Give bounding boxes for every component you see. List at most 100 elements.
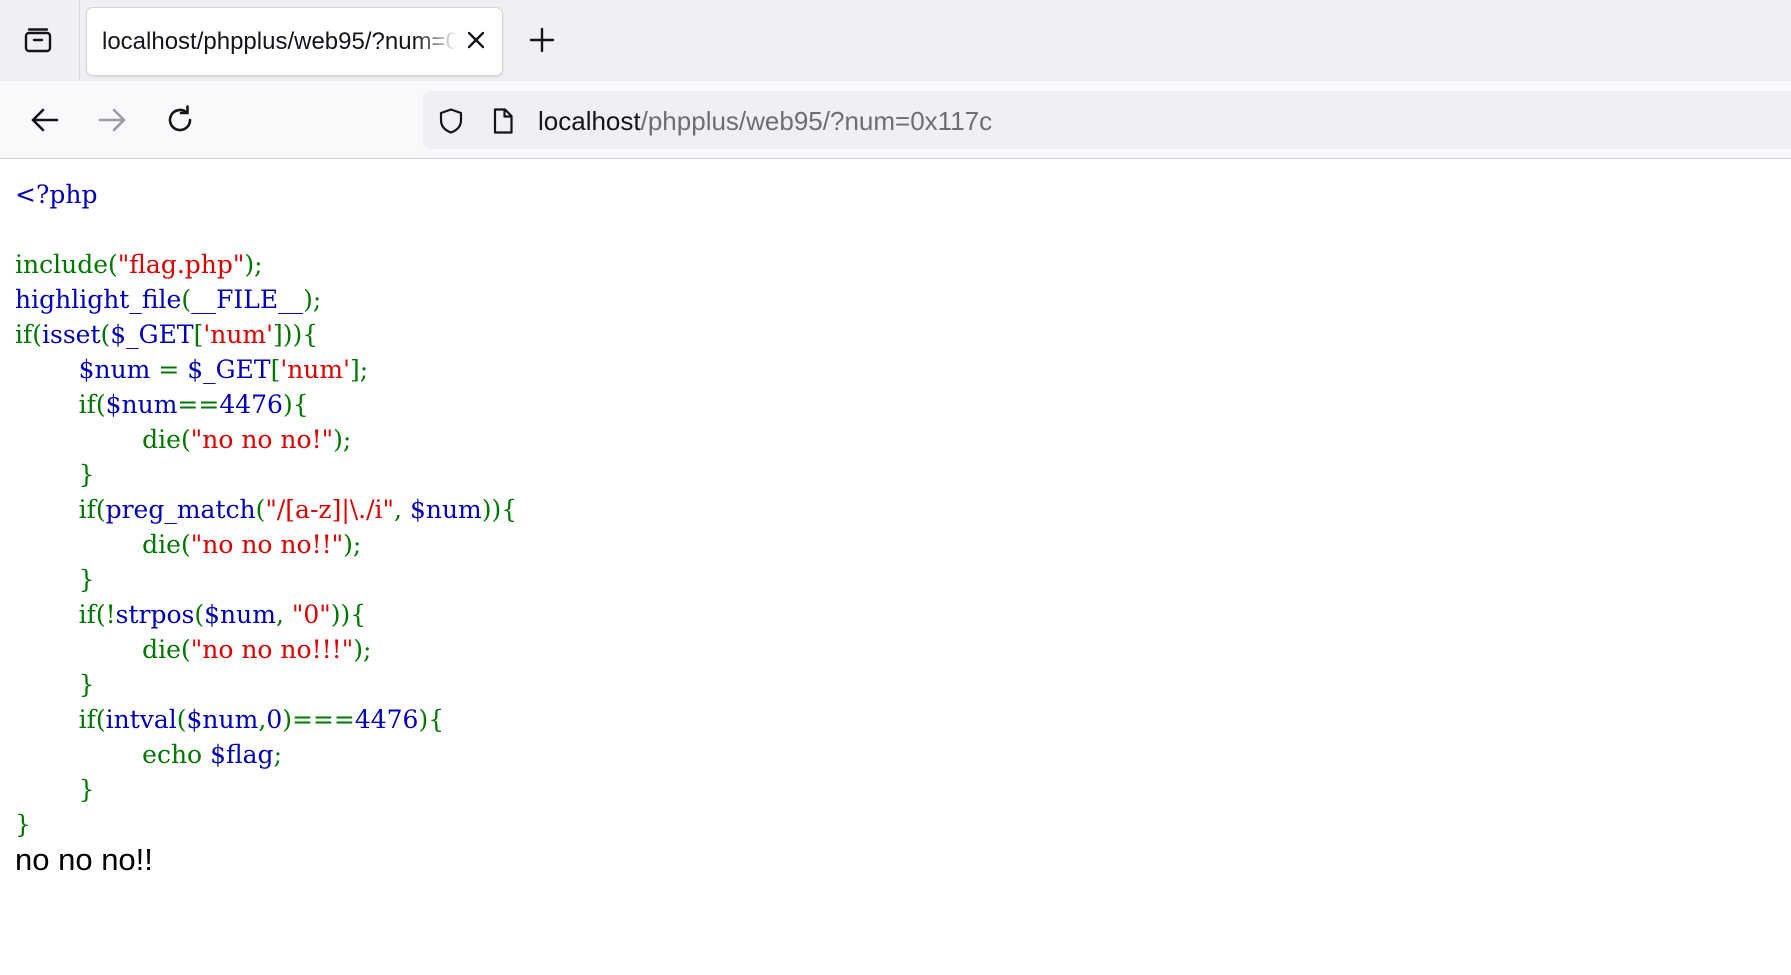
code-token: "/[a-z]|\./i" xyxy=(265,495,395,524)
code-line: if($num==4476){ xyxy=(15,387,1791,422)
site-info-button[interactable] xyxy=(489,107,517,135)
code-token: $_GET xyxy=(110,320,194,349)
code-token: strpos xyxy=(115,600,195,629)
code-token: ( xyxy=(255,495,266,524)
back-button[interactable] xyxy=(24,99,66,141)
code-token: ); xyxy=(353,635,372,664)
code-line: if(intval($num,0)===4476){ xyxy=(15,702,1791,737)
code-token: ])){ xyxy=(273,320,319,349)
code-token: $num xyxy=(105,390,178,419)
code-token: == xyxy=(177,390,220,419)
code-line: } xyxy=(15,807,1791,842)
code-token: [ xyxy=(270,355,281,384)
code-line: highlight_file(__FILE__); xyxy=(15,282,1791,317)
code-token: 0 xyxy=(266,705,283,734)
code-token: $num xyxy=(186,705,259,734)
reload-button[interactable] xyxy=(159,99,201,141)
code-line: if(preg_match("/[a-z]|\./i", $num)){ xyxy=(15,492,1791,527)
code-token: die( xyxy=(142,425,191,454)
code-token: ); xyxy=(244,250,263,279)
code-token: } xyxy=(78,775,95,804)
code-token: )=== xyxy=(282,705,355,734)
code-token: ); xyxy=(343,530,362,559)
new-tab-button[interactable] xyxy=(522,20,562,60)
url-host: localhost xyxy=(538,106,641,136)
code-token: ){ xyxy=(418,705,445,734)
code-token: 4476 xyxy=(219,390,283,419)
code-token: die( xyxy=(142,635,191,664)
code-token: $num xyxy=(409,495,482,524)
code-token: 'num' xyxy=(280,355,350,384)
arrow-right-icon xyxy=(98,108,126,132)
list-all-tabs-button[interactable] xyxy=(12,18,64,64)
code-token: "0" xyxy=(291,600,331,629)
code-token: ]; xyxy=(349,355,369,384)
shield-icon xyxy=(439,108,463,134)
code-line: die("no no no!!"); xyxy=(15,527,1791,562)
code-token: ; xyxy=(273,740,282,769)
code-token: ); xyxy=(333,425,352,454)
tab-bar: localhost/phpplus/web95/?num=0x117c xyxy=(0,0,1791,81)
code-token: } xyxy=(78,460,95,489)
url-path: /phpplus/web95/?num=0x117c xyxy=(640,106,993,136)
code-token: if( xyxy=(78,390,106,419)
tracking-protection-button[interactable] xyxy=(437,107,465,135)
reload-icon xyxy=(168,105,192,132)
code-token: ( xyxy=(194,600,205,629)
code-token: ( xyxy=(100,320,111,349)
code-token: if( xyxy=(15,320,43,349)
code-token: <?php xyxy=(15,180,98,209)
code-line: } xyxy=(15,562,1791,597)
code-token: ); xyxy=(303,285,322,314)
code-token: isset xyxy=(42,320,101,349)
code-token: highlight_file xyxy=(15,285,182,314)
code-token: __FILE__ xyxy=(191,285,304,314)
active-tab[interactable]: localhost/phpplus/web95/?num=0x117c xyxy=(87,8,502,75)
tab-title: localhost/phpplus/web95/?num=0x117c xyxy=(102,28,457,55)
code-token: intval xyxy=(105,705,177,734)
code-token: include( xyxy=(15,250,118,279)
code-line: } xyxy=(15,772,1791,807)
page-content: <?php include("flag.php"); highlight_file(… xyxy=(0,159,1791,878)
code-token: "no no no!!" xyxy=(190,530,344,559)
code-token: die( xyxy=(142,530,191,559)
code-token: if( xyxy=(78,495,106,524)
url-text[interactable]: localhost/phpplus/web95/?num=0x117c xyxy=(538,106,992,137)
code-token: $num xyxy=(204,600,276,629)
code-token: $num xyxy=(78,355,151,384)
code-line: include("flag.php"); xyxy=(15,247,1791,282)
code-token: )){ xyxy=(330,600,367,629)
code-token: , xyxy=(275,600,292,629)
code-token: "flag.php" xyxy=(117,250,245,279)
code-line: echo $flag; xyxy=(15,737,1791,772)
code-token: } xyxy=(78,670,95,699)
script-output: no no no!! xyxy=(15,842,153,877)
code-token: "no no no!" xyxy=(190,425,334,454)
tab-separator xyxy=(79,0,80,81)
tab-close-button[interactable] xyxy=(464,28,488,52)
code-token: 'num' xyxy=(203,320,274,349)
page-icon xyxy=(493,108,513,134)
code-token: } xyxy=(78,565,95,594)
forward-button[interactable] xyxy=(91,99,133,141)
code-token: 4476 xyxy=(354,705,419,734)
arrow-left-icon xyxy=(31,108,59,132)
code-token: if( xyxy=(78,705,106,734)
tab-manager-icon xyxy=(24,28,52,53)
code-token: } xyxy=(15,810,31,839)
code-token: ( xyxy=(176,705,187,734)
code-line: <?php xyxy=(15,177,1791,212)
code-line: die("no no no!"); xyxy=(15,422,1791,457)
code-token: ){ xyxy=(282,390,309,419)
php-source-code: <?php include("flag.php"); highlight_file(… xyxy=(15,177,1791,842)
code-token: if(! xyxy=(78,600,116,629)
code-token: , xyxy=(394,495,410,524)
code-line: if(!strpos($num, "0")){ xyxy=(15,597,1791,632)
code-line: } xyxy=(15,667,1791,702)
code-line: } xyxy=(15,457,1791,492)
address-bar[interactable]: localhost/phpplus/web95/?num=0x117c xyxy=(423,91,1791,149)
code-token: echo xyxy=(142,740,211,769)
code-token: )){ xyxy=(481,495,518,524)
code-token: ( xyxy=(181,285,192,314)
